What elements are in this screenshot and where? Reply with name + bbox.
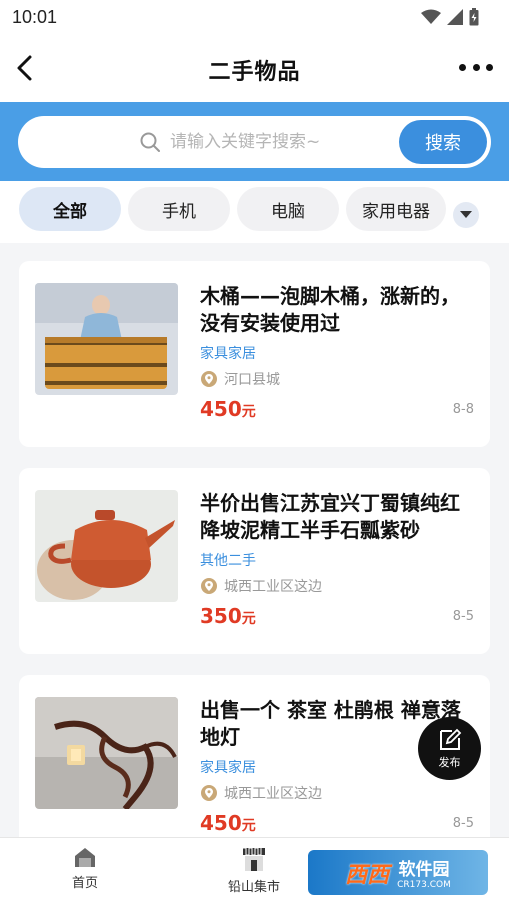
listing-thumbnail xyxy=(35,283,178,395)
category-bar: 全部 手机 电脑 家用电器 xyxy=(0,181,509,243)
category-dropdown-icon[interactable] xyxy=(453,202,479,228)
listing-category: 家具家居 xyxy=(200,346,256,362)
watermark-text: 软件园 xyxy=(398,860,450,880)
battery-icon xyxy=(469,8,479,26)
listing-card[interactable]: 半价出售江苏宜兴丁蜀镇纯红降坡泥精工半手石瓢紫砂 其他二手 城西工业区这边 35… xyxy=(19,468,490,654)
listing-price-value: 450 xyxy=(200,811,242,835)
listing-price-unit: 元 xyxy=(241,404,256,420)
tab-home-label: 首页 xyxy=(71,876,98,891)
signal-icon xyxy=(447,9,463,25)
listing-price-unit: 元 xyxy=(241,611,256,627)
listing-price: 450元 xyxy=(200,397,256,421)
watermark-sub: CR173.COM xyxy=(397,880,451,890)
status-bar: 10:01 xyxy=(0,0,509,34)
page-title: 二手物品 xyxy=(208,60,301,85)
listing-location: 城西工业区这边 xyxy=(200,783,322,803)
edit-icon xyxy=(439,728,461,750)
publish-label: 发布 xyxy=(438,755,461,769)
publish-button[interactable]: 发布 xyxy=(418,717,481,780)
search-band: 搜索 xyxy=(0,102,509,181)
listing-location-text: 城西工业区这边 xyxy=(224,579,322,595)
listing-date: 8-5 xyxy=(452,609,474,624)
tab-market[interactable]: 铅山集市 xyxy=(199,846,309,895)
listing-thumbnail xyxy=(35,697,178,809)
listing-category: 家具家居 xyxy=(200,760,256,776)
tab-market-label: 铅山集市 xyxy=(227,880,280,895)
listing-location-text: 城西工业区这边 xyxy=(224,786,322,802)
more-menu-icon[interactable] xyxy=(459,58,493,76)
tab-home[interactable]: 首页 xyxy=(30,846,140,891)
listing-price-value: 350 xyxy=(200,604,242,628)
category-tab-phone[interactable]: 手机 xyxy=(128,187,230,231)
wifi-icon xyxy=(421,9,441,24)
category-tab-appliances[interactable]: 家用电器 xyxy=(346,187,446,231)
listing-price: 350元 xyxy=(200,604,256,628)
listing-price: 450元 xyxy=(200,811,256,835)
listing-title: 木桶——泡脚木桶，涨新的，没有安装使用过 xyxy=(200,284,460,335)
category-tab-computer[interactable]: 电脑 xyxy=(237,187,339,231)
search-box: 搜索 xyxy=(18,116,491,168)
market-icon xyxy=(243,847,265,871)
status-icons xyxy=(421,8,479,26)
listing-location: 河口县城 xyxy=(200,369,280,389)
listing-thumbnail xyxy=(35,490,178,602)
location-pin-icon xyxy=(201,371,217,387)
nav-bar: 二手物品 xyxy=(0,34,509,102)
watermark-brand: 西西 xyxy=(345,862,390,888)
listing-price-unit: 元 xyxy=(241,818,256,834)
category-tab-all[interactable]: 全部 xyxy=(19,187,121,231)
location-pin-icon xyxy=(201,578,217,594)
listing-card[interactable]: 木桶——泡脚木桶，涨新的，没有安装使用过 家具家居 河口县城 450元 8-8 xyxy=(19,261,490,447)
listing-location: 城西工业区这边 xyxy=(200,576,322,596)
location-pin-icon xyxy=(201,785,217,801)
listing-location-text: 河口县城 xyxy=(224,372,280,388)
listing-price-value: 450 xyxy=(200,397,242,421)
listing-title: 半价出售江苏宜兴丁蜀镇纯红降坡泥精工半手石瓢紫砂 xyxy=(200,491,460,542)
status-time: 10:01 xyxy=(12,7,58,27)
listing-date: 8-8 xyxy=(452,402,474,417)
search-input[interactable] xyxy=(170,130,390,154)
listing-category: 其他二手 xyxy=(200,553,256,569)
listing-date: 8-5 xyxy=(452,816,474,831)
home-icon xyxy=(75,848,95,867)
search-icon xyxy=(140,132,160,152)
watermark-logo: 西西 软件园 CR173.COM xyxy=(308,850,488,895)
search-button[interactable]: 搜索 xyxy=(399,120,487,164)
